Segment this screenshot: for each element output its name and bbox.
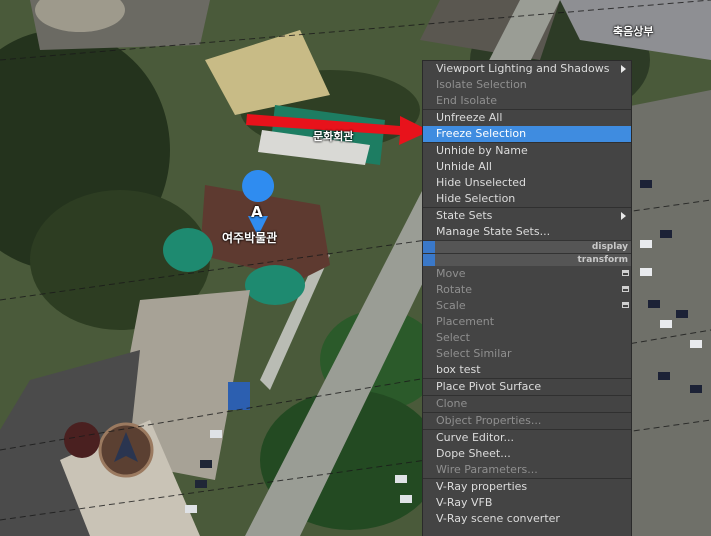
menu-item-label: End Isolate <box>436 94 497 107</box>
menu-item-end-isolate[interactable]: End Isolate <box>423 93 631 109</box>
menu-item-label: V-Ray scene converter <box>436 512 560 525</box>
map-label-top-right: 축음상부 <box>613 25 654 38</box>
menu-item-label: Unhide All <box>436 160 492 173</box>
menu-item-state-sets[interactable]: State Sets <box>423 208 631 224</box>
menu-item-select[interactable]: Select <box>423 330 631 346</box>
menu-item-isolate-selection[interactable]: Isolate Selection <box>423 77 631 93</box>
map-label-culture-center: 문화회관 <box>313 130 354 143</box>
settings-box-icon[interactable] <box>622 302 629 308</box>
quad-header-display: display <box>423 240 631 253</box>
menu-item-rotate[interactable]: Rotate <box>423 282 631 298</box>
map-pin-letter: A <box>251 203 263 221</box>
quad-color-swatch <box>423 254 435 266</box>
menu-item-move[interactable]: Move <box>423 266 631 282</box>
menu-item-unhide-all[interactable]: Unhide All <box>423 159 631 175</box>
menu-item-label: Unhide by Name <box>436 144 528 157</box>
menu-item-unfreeze-all[interactable]: Unfreeze All <box>423 110 631 126</box>
menu-item-unhide-by-name[interactable]: Unhide by Name <box>423 143 631 159</box>
menu-item-freeze-selection[interactable]: Freeze Selection <box>423 126 631 142</box>
menu-item-label: V-Ray VFB <box>436 496 493 509</box>
menu-item-label: Object Properties... <box>436 414 542 427</box>
menu-item-dope-sheet[interactable]: Dope Sheet... <box>423 446 631 462</box>
menu-item-placement[interactable]: Placement <box>423 314 631 330</box>
menu-item-label: Viewport Lighting and Shadows <box>436 62 610 75</box>
menu-item-viewport-lighting[interactable]: Viewport Lighting and Shadows <box>423 61 631 77</box>
menu-item-vray-vfb[interactable]: V-Ray VFB <box>423 495 631 511</box>
menu-item-label: Dope Sheet... <box>436 447 511 460</box>
settings-box-icon[interactable] <box>622 270 629 276</box>
menu-item-wire-parameters[interactable]: Wire Parameters... <box>423 462 631 478</box>
menu-item-label: Scale <box>436 299 466 312</box>
quad-header-label: display <box>591 242 628 252</box>
context-menu: Viewport Lighting and Shadows Isolate Se… <box>422 60 632 536</box>
menu-item-vray-properties[interactable]: V-Ray properties <box>423 479 631 495</box>
settings-box-icon[interactable] <box>622 286 629 292</box>
menu-item-label: Select <box>436 331 470 344</box>
menu-item-label: V-Ray properties <box>436 480 528 493</box>
menu-item-box-test[interactable]: box test <box>423 362 631 378</box>
menu-item-select-similar[interactable]: Select Similar <box>423 346 631 362</box>
map-label-museum: 여주박물관 <box>222 231 278 245</box>
quad-color-swatch <box>423 241 435 253</box>
menu-item-vray-scene-converter[interactable]: V-Ray scene converter <box>423 511 631 527</box>
menu-item-label: Rotate <box>436 283 473 296</box>
menu-item-label: State Sets <box>436 209 493 222</box>
menu-item-curve-editor[interactable]: Curve Editor... <box>423 430 631 446</box>
menu-item-label: Place Pivot Surface <box>436 380 542 393</box>
menu-item-label: Freeze Selection <box>436 127 527 140</box>
menu-item-scale[interactable]: Scale <box>423 298 631 314</box>
menu-item-manage-state-sets[interactable]: Manage State Sets... <box>423 224 631 240</box>
menu-item-label: box test <box>436 363 481 376</box>
menu-item-label: Wire Parameters... <box>436 463 538 476</box>
submenu-arrow-icon <box>621 212 626 220</box>
menu-item-label: Placement <box>436 315 495 328</box>
menu-item-object-properties[interactable]: Object Properties... <box>423 413 631 429</box>
menu-item-hide-selection[interactable]: Hide Selection <box>423 191 631 207</box>
menu-item-label: Unfreeze All <box>436 111 503 124</box>
menu-item-clone[interactable]: Clone <box>423 396 631 412</box>
menu-item-label: Manage State Sets... <box>436 225 551 238</box>
menu-item-hide-unselected[interactable]: Hide Unselected <box>423 175 631 191</box>
menu-item-label: Curve Editor... <box>436 431 514 444</box>
menu-item-label: Hide Selection <box>436 192 516 205</box>
menu-item-label: Clone <box>436 397 468 410</box>
menu-item-label: Select Similar <box>436 347 512 360</box>
menu-item-place-pivot-surface[interactable]: Place Pivot Surface <box>423 379 631 395</box>
menu-item-label: Move <box>436 267 466 280</box>
quad-header-label: transform <box>577 255 629 265</box>
menu-item-label: Isolate Selection <box>436 78 527 91</box>
quad-header-transform: transform <box>423 253 631 266</box>
menu-item-label: Hide Unselected <box>436 176 527 189</box>
submenu-arrow-icon <box>621 65 626 73</box>
